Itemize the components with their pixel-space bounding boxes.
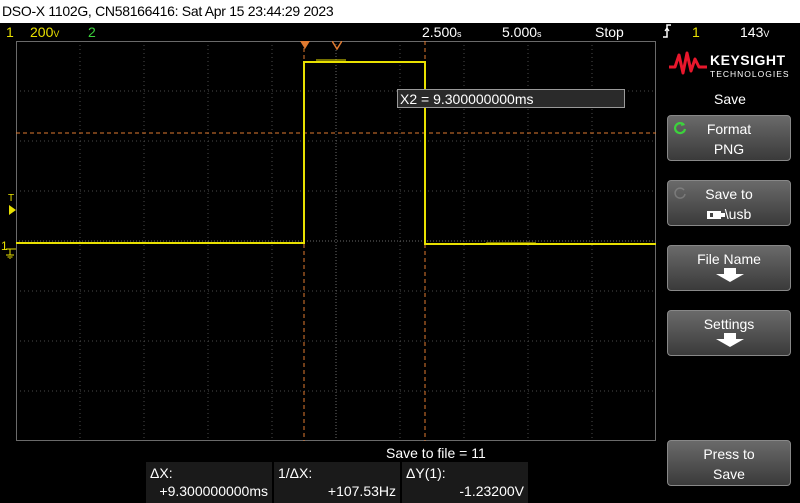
brand-name: KEYSIGHT [710, 52, 786, 68]
cursor-readout: X2 = 9.300000000ms [397, 89, 625, 108]
trigger-level-marker[interactable]: T [8, 193, 14, 204]
run-state[interactable]: Stop [595, 23, 624, 41]
trigger-source[interactable]: 1 [692, 23, 700, 41]
trigger-level-arrow[interactable] [9, 205, 16, 215]
status-bar: 1 200V 2 2.500s 5.000s Stop 1 143V [0, 23, 800, 41]
save-to-softkey[interactable]: Save to \usb [667, 180, 791, 226]
format-softkey[interactable]: Format PNG [667, 115, 791, 161]
measurement-area: Save to file = 11 ΔX: +9.300000000ms 1/Δ… [0, 441, 656, 503]
save-to-file-message: Save to file = 11 [386, 445, 486, 461]
inverse-delta-x-readout: 1/ΔX: +107.53Hz [274, 462, 400, 503]
delta-y-readout: ΔY(1): -1.23200V [402, 462, 528, 503]
file-name-softkey[interactable]: File Name [667, 245, 791, 291]
arrow-down-icon [716, 333, 744, 347]
delta-x-readout: ΔX: +9.300000000ms [146, 462, 272, 503]
trigger-edge-icon [662, 23, 672, 43]
settings-softkey[interactable]: Settings [667, 310, 791, 356]
time-reference-marker[interactable] [332, 41, 342, 50]
trigger-level[interactable]: 143V [740, 23, 769, 43]
title-bar: DSO-X 1102G, CN58166416: Sat Apr 15 23:4… [0, 0, 800, 23]
keysight-wave-icon [669, 51, 707, 75]
brand-sub: TECHNOLOGIES [710, 69, 790, 79]
ground-icon [6, 248, 16, 259]
ch1-number[interactable]: 1 [6, 23, 14, 41]
ch2-number[interactable]: 2 [88, 23, 96, 41]
arrow-down-icon [716, 268, 744, 282]
timebase[interactable]: 2.500s [422, 23, 462, 43]
keysight-logo: KEYSIGHT TECHNOLOGIES [668, 47, 798, 81]
press-to-save-softkey[interactable]: Press to Save [667, 440, 791, 486]
ch1-scale[interactable]: 200V [30, 23, 59, 43]
delay[interactable]: 5.000s [502, 23, 542, 43]
softkey-panel: KEYSIGHT TECHNOLOGIES Save Format PNG Sa… [660, 41, 800, 503]
usb-drive-icon [706, 211, 725, 220]
trigger-position-marker[interactable] [300, 41, 310, 50]
menu-title: Save [714, 91, 746, 107]
left-marker-strip: T 1 [0, 41, 16, 441]
